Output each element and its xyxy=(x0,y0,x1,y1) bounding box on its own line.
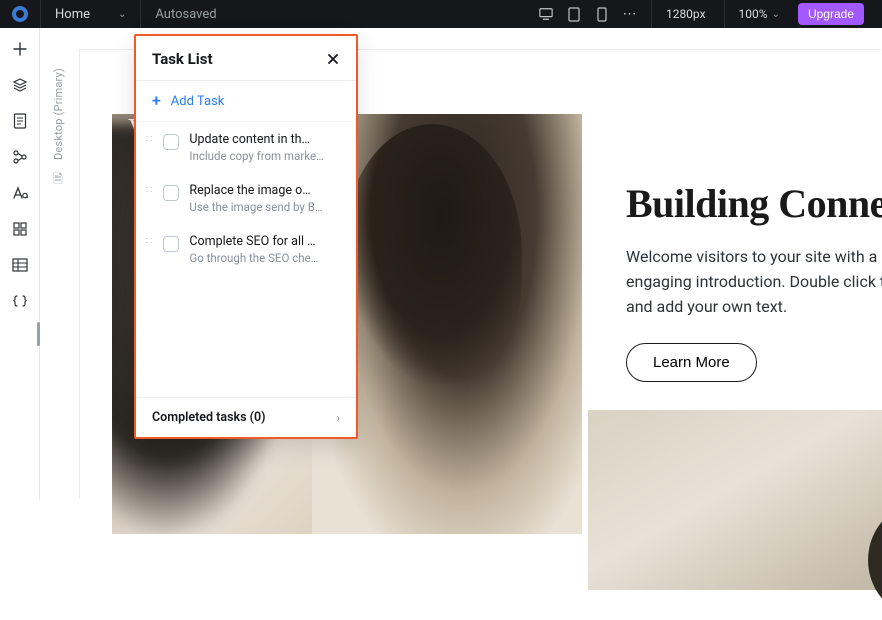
add-task-button[interactable]: + Add Task xyxy=(136,81,356,122)
autosaved-label: Autosaved xyxy=(155,7,216,22)
task-title: Update content in th… xyxy=(189,132,342,147)
topbar-divider2 xyxy=(724,0,725,28)
task-list-header: Task List xyxy=(136,36,356,81)
task-item[interactable]: ∷ Replace the image o… Use the image sen… xyxy=(136,173,356,224)
close-icon[interactable] xyxy=(326,52,340,66)
task-desc: Include copy from marke… xyxy=(189,149,342,163)
task-list-items: ∷ Update content in th… Include copy fro… xyxy=(136,122,356,397)
add-element-icon[interactable] xyxy=(11,40,29,58)
left-toolbar xyxy=(0,28,40,500)
drag-handle-icon[interactable]: ∷ xyxy=(146,237,153,247)
task-text: Replace the image o… Use the image send … xyxy=(189,183,342,214)
page-selector-label: Home xyxy=(55,7,90,22)
task-title: Complete SEO for all … xyxy=(189,234,342,249)
layers-icon[interactable] xyxy=(11,76,29,94)
completed-tasks-label: Completed tasks (0) xyxy=(152,410,266,425)
task-list-title: Task List xyxy=(152,50,213,68)
task-desc: Use the image send by B… xyxy=(189,200,342,214)
page-headline[interactable]: Building Connection xyxy=(626,180,882,227)
chevron-down-icon: ⌄ xyxy=(118,9,126,20)
breakpoint-label-text: Desktop (Primary) xyxy=(52,68,65,160)
viewport-width-control[interactable]: 1280px xyxy=(666,7,710,21)
nodes-icon[interactable] xyxy=(11,148,29,166)
task-text: Complete SEO for all … Go through the SE… xyxy=(189,234,342,265)
app-top-bar: Home ⌄ Autosaved ⋯ 1280px 100% ⌄ Upgrade xyxy=(0,0,882,28)
app-logo-wrap[interactable] xyxy=(0,0,41,28)
plus-icon: + xyxy=(152,93,161,109)
task-checkbox[interactable] xyxy=(163,185,179,201)
image-shape xyxy=(868,500,882,620)
task-list-panel: Task List + Add Task ∷ Update content in… xyxy=(134,34,358,439)
learn-more-button[interactable]: Learn More xyxy=(626,343,757,382)
desktop-icon[interactable] xyxy=(539,7,553,21)
task-checkbox[interactable] xyxy=(163,236,179,252)
add-task-label: Add Task xyxy=(171,94,225,109)
drag-handle-icon[interactable]: ∷ xyxy=(146,186,153,196)
code-braces-icon[interactable] xyxy=(11,292,29,310)
page-subtext[interactable]: Welcome visitors to your site with a sho… xyxy=(626,245,882,319)
task-title: Replace the image o… xyxy=(189,183,342,198)
mobile-icon[interactable] xyxy=(595,7,609,21)
zoom-value: 100% xyxy=(739,7,768,21)
zoom-control[interactable]: 100% ⌄ xyxy=(739,7,784,21)
image-hair-shape xyxy=(342,124,522,384)
task-item[interactable]: ∷ Complete SEO for all … Go through the … xyxy=(136,224,356,275)
secondary-image[interactable] xyxy=(588,410,882,590)
chevron-down-icon: ⌄ xyxy=(772,9,780,20)
app-logo-icon xyxy=(12,6,28,22)
tablet-icon[interactable] xyxy=(567,7,581,21)
breakpoint-label: Desktop (Primary) 🗎 xyxy=(40,28,76,500)
hero-copy: Building Connection Welcome visitors to … xyxy=(626,180,882,382)
table-icon[interactable] xyxy=(11,256,29,274)
task-desc: Go through the SEO che… xyxy=(189,251,342,265)
completed-tasks-toggle[interactable]: Completed tasks (0) › xyxy=(136,397,356,437)
page-selector[interactable]: Home ⌄ xyxy=(41,0,141,28)
save-status: Autosaved xyxy=(141,0,230,28)
more-horizontal-icon[interactable]: ⋯ xyxy=(623,7,637,21)
topbar-right: ⋯ 1280px 100% ⌄ Upgrade xyxy=(529,0,882,28)
chevron-right-icon: › xyxy=(336,411,340,425)
task-text: Update content in th… Include copy from … xyxy=(189,132,342,163)
task-item[interactable]: ∷ Update content in th… Include copy fro… xyxy=(136,122,356,173)
topbar-divider xyxy=(651,0,652,28)
upgrade-button[interactable]: Upgrade xyxy=(798,3,864,25)
task-checkbox[interactable] xyxy=(163,134,179,150)
page-doc-icon: 🗎 xyxy=(53,170,63,191)
page-icon[interactable] xyxy=(11,112,29,130)
drag-handle-icon[interactable]: ∷ xyxy=(146,135,153,145)
typography-icon[interactable] xyxy=(11,184,29,202)
viewport-width-value: 1280px xyxy=(666,7,706,21)
apps-grid-icon[interactable] xyxy=(11,220,29,238)
